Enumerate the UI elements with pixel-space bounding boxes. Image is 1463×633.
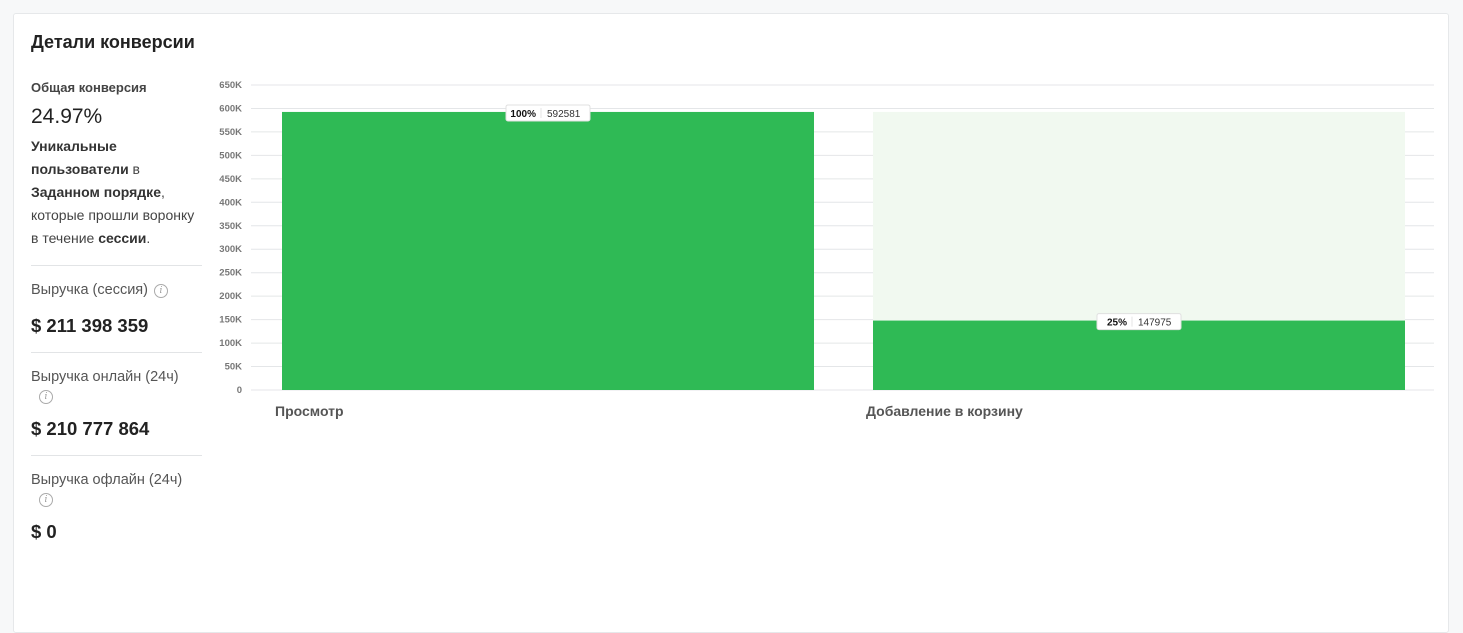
- bar: [282, 111, 814, 391]
- y-tick-label: 150K: [219, 315, 242, 326]
- funnel-bar-chart: 0 50K 100K 150K 200K 250K 300K 350K 400K 450K 500K…: [219, 80, 1434, 419]
- y-tick-label: 500K: [219, 150, 242, 161]
- y-tick-label: 650K: [219, 80, 242, 91]
- category-label: Добавление в корзину: [866, 403, 1023, 419]
- info-icon[interactable]: i: [39, 493, 53, 507]
- y-tick-label: 400K: [219, 197, 242, 208]
- y-tick-label: 600K: [219, 103, 242, 114]
- conversion-details-panel: Детали конверсии Общая конверсия 24.97% …: [13, 13, 1449, 633]
- bar: [873, 320, 1405, 390]
- bar-percent-label: 25%: [1107, 318, 1127, 329]
- bar-value-label: 147975: [1138, 318, 1172, 329]
- bar-percent-label: 100%: [510, 109, 536, 120]
- y-tick-label: 250K: [219, 268, 242, 279]
- dropoff-area: [873, 111, 1405, 321]
- y-tick-label: 450K: [219, 174, 242, 185]
- y-tick-label: 0: [237, 385, 242, 396]
- bar-value-label: 592581: [547, 109, 581, 120]
- y-tick-label: 100K: [219, 338, 242, 349]
- y-tick-label: 200K: [219, 291, 242, 302]
- y-tick-label: 50K: [225, 362, 243, 373]
- divider: [31, 455, 202, 456]
- revenue-offline-label: Выручка офлайн (24ч): [31, 472, 183, 488]
- y-tick-label: 550K: [219, 127, 242, 138]
- revenue-offline-value: $ 0: [31, 521, 57, 542]
- category-label: Просмотр: [275, 403, 344, 419]
- y-tick-label: 350K: [219, 221, 242, 232]
- y-tick-label: 300K: [219, 244, 242, 255]
